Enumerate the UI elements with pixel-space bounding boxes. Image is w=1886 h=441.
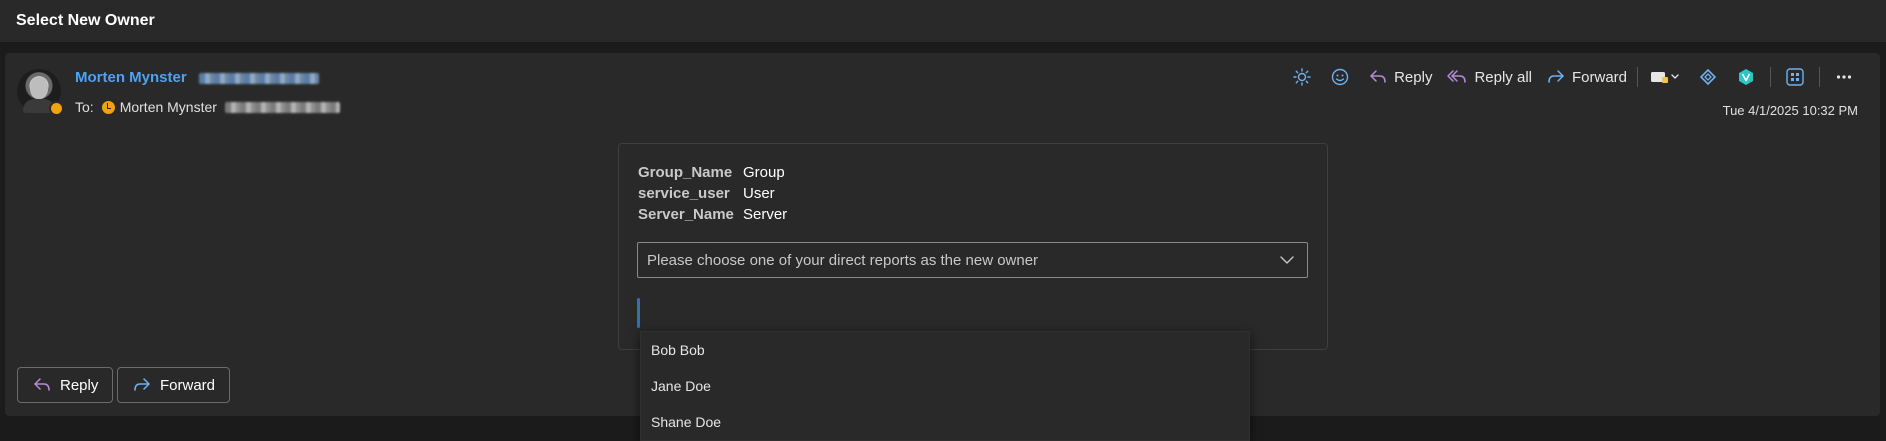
footer-forward-label: Forward [160, 376, 216, 394]
presence-away-icon [49, 101, 64, 116]
reply-button[interactable]: Reply [1368, 68, 1432, 86]
clock-icon [101, 100, 115, 114]
forward-label: Forward [1571, 68, 1627, 86]
more-icon[interactable] [1830, 63, 1858, 91]
brightness-icon[interactable] [1288, 63, 1316, 91]
toolbar-divider [1770, 67, 1771, 87]
fact-set: Group_Name Group service_user User Serve… [638, 162, 787, 225]
footer-reply-button[interactable]: Reply [17, 367, 114, 403]
fact-value: Server [743, 206, 788, 223]
avatar[interactable] [17, 69, 64, 116]
sender-name[interactable]: Morten Mynster [75, 69, 187, 86]
title-bar: Select New Owner [0, 0, 1886, 43]
forward-icon [1548, 70, 1564, 83]
toolbar-divider [1819, 67, 1820, 87]
recipient-name[interactable]: Morten Mynster [120, 99, 217, 115]
new-owner-select[interactable]: Please choose one of your direct reports… [637, 242, 1308, 278]
dropdown-option[interactable]: Shane Doe [641, 404, 1249, 440]
window-title: Select New Owner [16, 12, 155, 29]
fact-row: Group_Name Group [638, 162, 787, 183]
viva-addin-icon[interactable] [1732, 63, 1760, 91]
fact-value: Group [743, 164, 785, 181]
reply-all-icon [1447, 70, 1467, 83]
emoji-icon[interactable] [1326, 63, 1354, 91]
reply-icon [34, 378, 50, 391]
recipient-line: To: Morten Mynster [75, 99, 340, 115]
sender-email-redacted [199, 73, 319, 84]
message-card: Morten Mynster To: Morten Mynster Reply … [5, 53, 1880, 441]
owner-dropdown-list: Bob Bob Jane Doe Shane Doe [640, 331, 1250, 441]
toolbar-divider [1637, 67, 1638, 87]
fact-row: Server_Name Server [638, 204, 787, 225]
fact-key: Server_Name [638, 206, 734, 223]
tag-icon[interactable] [1648, 63, 1684, 91]
fact-value: User [743, 185, 775, 202]
message-timestamp: Tue 4/1/2025 10:32 PM [1722, 103, 1858, 118]
select-placeholder: Please choose one of your direct reports… [647, 251, 1039, 269]
reply-icon [1370, 70, 1386, 83]
forward-icon [134, 378, 150, 391]
fact-key: service_user [638, 185, 730, 202]
reply-all-button[interactable]: Reply all [1446, 68, 1532, 86]
footer-forward-button[interactable]: Forward [117, 367, 231, 403]
to-label: To: [75, 99, 94, 115]
forward-button[interactable]: Forward [1546, 68, 1627, 86]
avatar-face [30, 77, 48, 99]
message-toolbar: Reply Reply all Forward [1278, 63, 1858, 91]
dropdown-option[interactable]: Bob Bob [641, 332, 1249, 368]
chevron-down-icon [1279, 253, 1295, 267]
submit-button-edge[interactable] [637, 298, 640, 328]
reply-all-label: Reply all [1474, 68, 1532, 86]
diamond-addin-icon[interactable] [1694, 63, 1722, 91]
recipient-email-redacted [224, 101, 340, 113]
apps-icon[interactable] [1781, 63, 1809, 91]
reply-label: Reply [1394, 68, 1433, 86]
adaptive-card: Group_Name Group service_user User Serve… [618, 143, 1328, 350]
footer-reply-label: Reply [60, 376, 99, 394]
dropdown-option[interactable]: Jane Doe [641, 368, 1249, 404]
fact-key: Group_Name [638, 164, 733, 181]
fact-row: service_user User [638, 183, 787, 204]
